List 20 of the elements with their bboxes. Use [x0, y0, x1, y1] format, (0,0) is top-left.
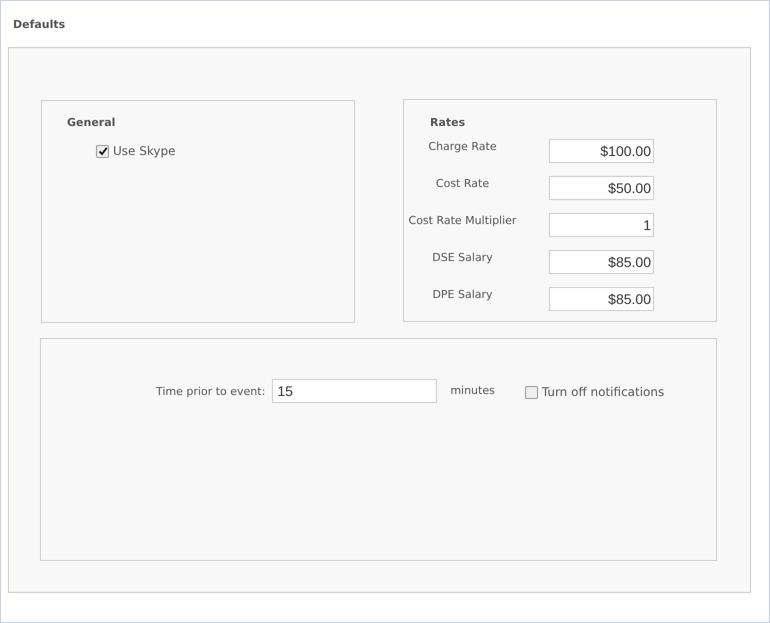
field-label: Charge Rate — [428, 140, 497, 153]
field-label: DPE Salary — [432, 288, 493, 301]
input-field[interactable]: $50.00 — [549, 176, 654, 200]
checkbox-label: Turn off notifications — [542, 385, 664, 399]
field-label: Time prior to event: — [156, 385, 266, 398]
checkbox[interactable] — [524, 386, 538, 398]
input-field[interactable]: $85.00 — [549, 286, 654, 310]
box-heading: Rates — [429, 116, 466, 129]
unit-label: minutes — [450, 384, 495, 397]
input-field[interactable]: 1 — [549, 212, 654, 236]
field-label: Cost Rate Multiplier — [408, 214, 516, 227]
box-heading: General — [67, 116, 116, 129]
section-title: Defaults — [12, 17, 66, 29]
input-field[interactable]: 15 — [272, 379, 438, 403]
checkbox[interactable] — [96, 144, 109, 158]
field-label: DSE Salary — [432, 251, 493, 264]
checkbox-label: Use Skype — [113, 144, 176, 158]
input-field[interactable]: $100.00 — [549, 138, 654, 162]
input-field[interactable]: $85.00 — [549, 250, 654, 274]
field-label: Cost Rate — [436, 177, 490, 190]
